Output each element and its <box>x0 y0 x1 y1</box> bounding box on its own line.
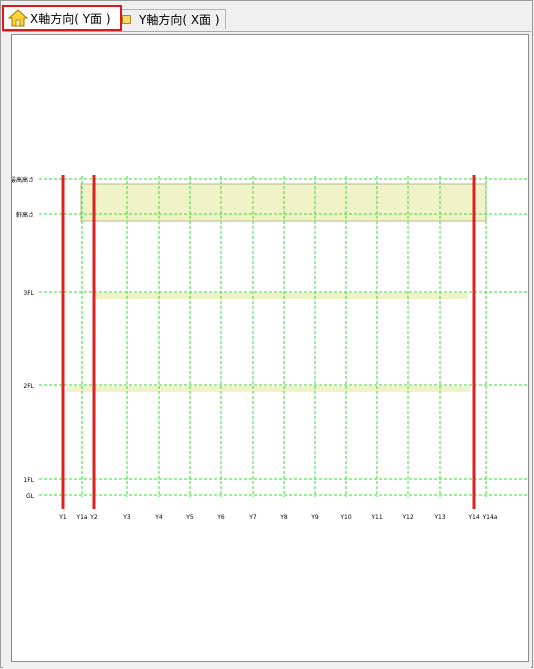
tab-y-axis-direction[interactable]: Y軸方向( X面 ) <box>121 9 226 29</box>
level-label: 1FL <box>23 477 34 484</box>
grid-label: Y11 <box>370 514 382 521</box>
level-label: 最高高さ <box>12 176 34 184</box>
grid-label: Y10 <box>339 514 351 521</box>
elevation-window: X軸方向( Y面 ) Y軸方向( X面 ) 最高高さ軒高さ 3FL 2FL 1FL GL… <box>0 0 533 668</box>
grid-label: Y9 <box>310 514 319 521</box>
grid-label: Y12 <box>401 514 413 521</box>
grid-label: Y1a <box>75 514 87 521</box>
grid-label: Y3 <box>122 514 131 521</box>
floor-slab-3fl <box>96 293 468 299</box>
tab-strip: X軸方向( Y面 ) Y軸方向( X面 ) <box>1 1 534 33</box>
tab-label: Y軸方向( X面 ) <box>139 13 220 27</box>
grid-label: Y8 <box>279 514 288 521</box>
square-icon <box>122 15 131 24</box>
tab-x-axis-direction[interactable]: X軸方向( Y面 ) <box>2 5 122 31</box>
home-icon <box>7 9 29 27</box>
grid-label: Y4 <box>154 514 163 521</box>
grid-label: Y1 <box>58 514 67 521</box>
grid-label: Y13 <box>433 514 445 521</box>
grid-label: Y2 <box>89 514 98 521</box>
level-label: 2FL <box>23 383 34 390</box>
level-label: 軒高さ <box>16 211 34 219</box>
grid-label: Y7 <box>248 514 257 521</box>
grid-label: Y14 <box>467 514 479 521</box>
level-label: 3FL <box>23 290 34 297</box>
level-label: GL <box>26 493 35 500</box>
grid-label: Y6 <box>216 514 225 521</box>
grid-label: Y14a <box>482 514 498 521</box>
tab-content-panel: 最高高さ軒高さ 3FL 2FL 1FL GL Y1 Y1a Y2 Y3 Y4 Y5 Y6 Y7 Y8 Y9… <box>3 31 531 668</box>
grid-label: Y5 <box>185 514 194 521</box>
tab-label: X軸方向( Y面 ) <box>30 11 111 26</box>
elevation-canvas[interactable]: 最高高さ軒高さ 3FL 2FL 1FL GL Y1 Y1a Y2 Y3 Y4 Y5 Y6 Y7 Y8 Y9… <box>11 34 529 662</box>
